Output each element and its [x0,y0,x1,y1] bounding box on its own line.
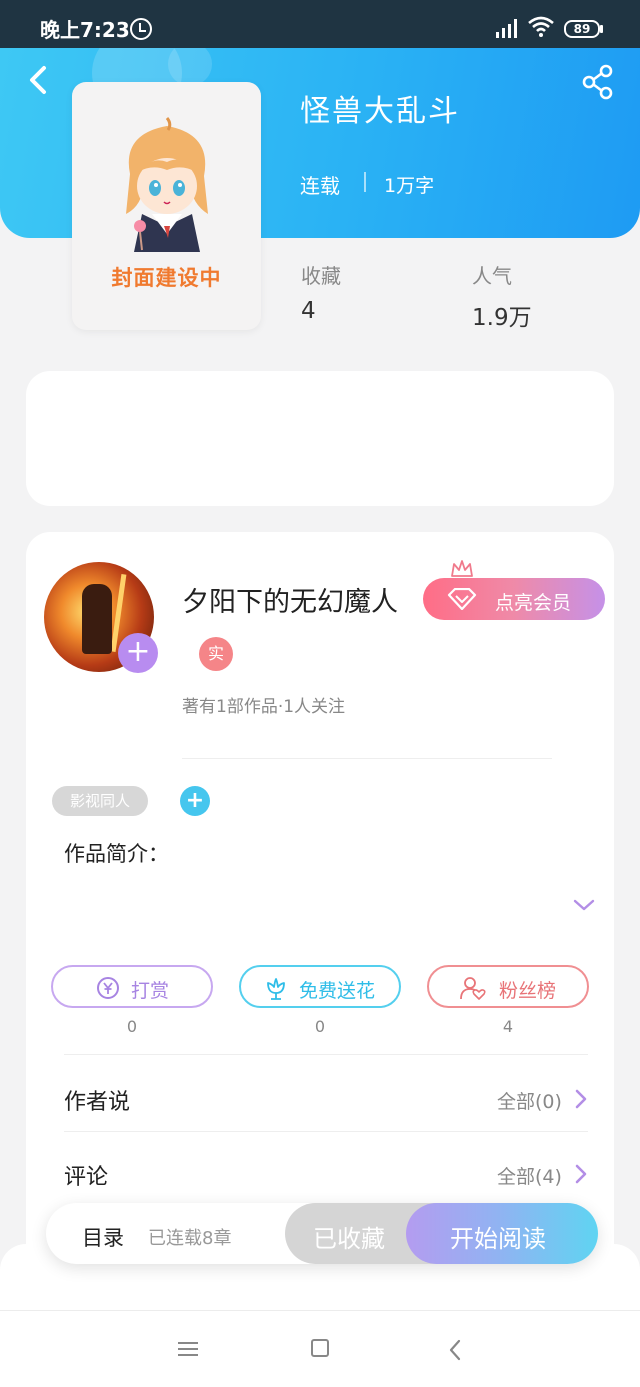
send-flower-label: 免费送花 [299,980,376,1002]
status-bar: 晚上7:23 89 [0,0,640,48]
status-time: 晚上7:23 [40,18,130,42]
back-icon[interactable] [22,62,54,98]
chevron-down-icon[interactable] [572,896,596,914]
tag-chip[interactable]: 影视同人 [52,786,148,816]
alarm-icon [130,18,152,40]
chevron-right-icon[interactable] [574,1163,588,1185]
chapter-count[interactable]: 已连载8章 [148,1224,231,1250]
book-cover[interactable]: 封面建设中 [72,82,261,330]
start-reading-label: 开始阅读 [450,1225,546,1253]
tip-count: 0 [126,1017,138,1036]
follow-author-button[interactable]: + [118,633,158,673]
book-word-count: 1万字 [384,175,435,197]
book-status: 连载 [300,174,340,198]
collected-label: 已收藏 [313,1225,385,1253]
nav-back-icon[interactable] [448,1339,462,1361]
home-icon[interactable] [311,1339,329,1357]
battery-icon: 89 [564,20,600,38]
send-flower-button[interactable]: 免费送花 [239,965,401,1008]
chevron-right-icon[interactable] [574,1088,588,1110]
stat-favorites-value: 4 [301,298,316,324]
divider [182,758,552,759]
verified-badge: 实 [199,637,233,671]
user-heart-icon [460,977,486,1000]
banner-card [26,371,614,506]
author-meta: 著有1部作品·1人关注 [182,697,346,717]
yen-icon [97,977,119,999]
vip-button[interactable]: 点亮会员 [423,578,605,620]
author-says-label: 作者说 [64,1090,131,1115]
catalog-button[interactable]: 目录 [82,1222,124,1252]
tip-label: 打赏 [131,980,170,1002]
flower-count: 0 [314,1017,326,1036]
share-icon[interactable] [580,64,616,100]
wifi-icon [528,16,554,37]
vip-button-label: 点亮会员 [495,592,572,614]
crown-icon [451,560,473,577]
cover-placeholder-illustration [126,117,208,252]
divider [64,1054,588,1055]
fan-rank-button[interactable]: 粉丝榜 [427,965,589,1008]
signal-icon [496,19,517,38]
stat-favorites-label: 收藏 [301,264,341,288]
comments-more[interactable]: 全部(4) [497,1162,562,1189]
stat-popularity-value: 1.9万 [472,305,532,331]
divider [364,172,366,192]
menu-icon[interactable] [178,1341,198,1357]
diamond-icon [447,588,477,610]
start-reading-button[interactable]: 开始阅读 [406,1203,598,1264]
divider [64,1131,588,1132]
comments-label: 评论 [64,1165,109,1190]
tip-button[interactable]: 打赏 [51,965,213,1008]
stat-popularity-label: 人气 [472,264,512,288]
cover-placeholder-text: 封面建设中 [111,266,222,290]
fan-rank-label: 粉丝榜 [499,980,557,1002]
add-tag-button[interactable]: + [180,786,210,816]
author-name[interactable]: 夕阳下的无幻魔人 [182,580,398,619]
intro-label: 作品简介： [64,842,169,866]
flower-icon [267,978,285,1000]
author-says-more[interactable]: 全部(0) [497,1087,562,1114]
book-title: 怪兽大乱斗 [300,94,460,129]
fan-count: 4 [502,1017,514,1036]
system-nav-bar [0,1310,640,1387]
